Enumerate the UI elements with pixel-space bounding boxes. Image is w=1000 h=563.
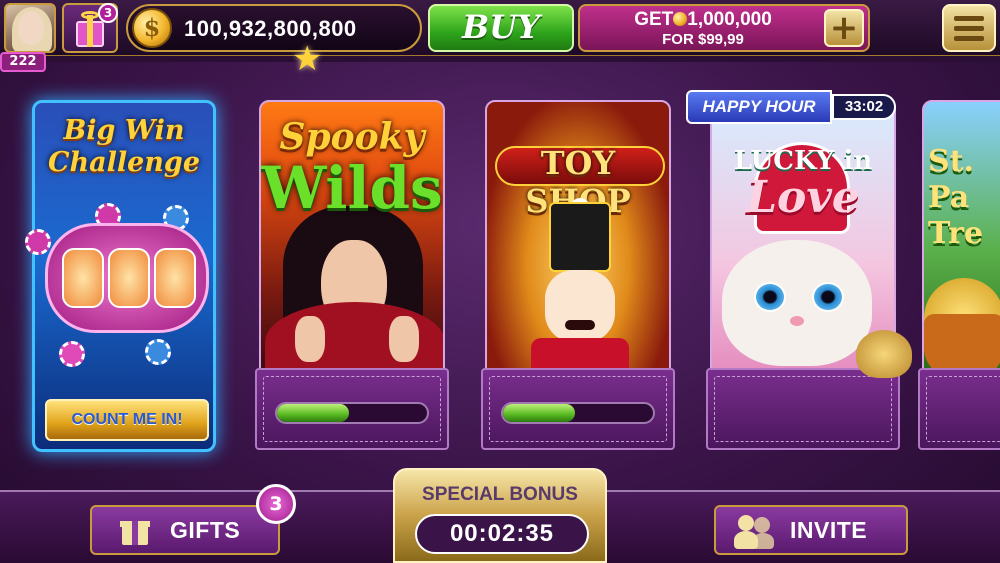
game-card-st-patricks-treasure[interactable]: St. Pa Tre [918,100,1000,450]
slot-machine-icon [45,223,209,333]
game-card-toy-shop[interactable]: TOY SHOP [481,100,675,450]
favorite-heart-icon[interactable] [856,330,912,378]
gifts-button[interactable]: GIFTS [90,505,280,555]
special-offer-button[interactable]: GET 1,000,000 FOR $99,99 + [578,4,870,52]
spooky-wilds-title-line2: Wilds [261,154,443,222]
count-me-in-button[interactable]: COUNT ME IN! [45,399,209,441]
inbox-gift-button[interactable]: 3 [62,3,118,53]
offer-amount: 1,000,000 [687,9,772,30]
menu-button[interactable] [942,4,996,52]
coin-balance: 100,932,800,800 [184,16,357,41]
hamburger-menu-icon [954,16,984,21]
special-bonus-panel[interactable]: SPECIAL BONUS 00:02:35 [393,468,607,563]
game-info-panel [706,368,900,450]
invite-button[interactable]: INVITE [714,505,908,555]
st-patricks-artwork[interactable]: St. Pa Tre [922,100,1000,375]
gifts-label: GIFTS [170,517,241,543]
special-bonus-timer: 00:02:35 [415,514,589,554]
game-info-panel [918,368,1000,450]
st-patricks-title-line2: Tre [928,216,984,251]
offer-get-label: GET [634,9,674,30]
big-win-challenge-card[interactable]: Big Win Challenge COUNT ME IN! [25,100,216,452]
toy-shop-artwork[interactable]: TOY SHOP [485,100,671,375]
st-patricks-title-line1: St. Pa [928,144,974,215]
player-avatar[interactable] [4,3,56,53]
xp-progress-bar [0,56,1000,62]
spooky-wilds-title-line1: Spooky [279,116,425,158]
player-level-badge: 222 [0,52,46,72]
star-icon: ★ [292,39,323,79]
offer-price: FOR $99,99 [662,31,744,48]
progress-fill [503,404,575,422]
gifts-count-badge: 3 [256,484,296,524]
progress-fill [277,404,349,422]
big-win-title-line2: Challenge [48,147,200,178]
pot-of-gold-icon [924,314,1000,373]
gift-icon [120,515,150,545]
game-card-spooky-wilds[interactable]: Spooky Wilds [255,100,449,450]
download-progress-bar [501,402,655,424]
coin-balance-panel: $ 100,932,800,800 [126,4,422,52]
kitten-image [722,240,872,366]
gift-count-badge: 3 [98,3,118,23]
happy-hour-badge: HAPPY HOUR [686,90,832,124]
spooky-wilds-artwork[interactable]: Spooky Wilds [259,100,445,375]
coin-icon: $ [132,8,172,48]
happy-hour-timer: 33:02 [832,94,896,120]
game-info-panel [481,368,675,450]
game-card-lucky-in-love[interactable]: LUCKY in Love [706,100,900,450]
coin-icon [673,12,688,26]
top-bar: 3 $ 100,932,800,800 BUY GET 1,000,000 FOR… [0,0,1000,58]
download-progress-bar [275,402,429,424]
lucky-in-love-title-line2: Love [746,172,860,223]
plus-icon[interactable]: + [824,9,864,47]
special-bonus-label: SPECIAL BONUS [422,484,578,505]
invite-label: INVITE [790,517,868,543]
big-win-title-line1: Big Win [63,115,185,146]
people-icon [734,513,774,549]
buy-button[interactable]: BUY [428,4,574,52]
game-info-panel [255,368,449,450]
nutcracker-icon [549,202,611,272]
